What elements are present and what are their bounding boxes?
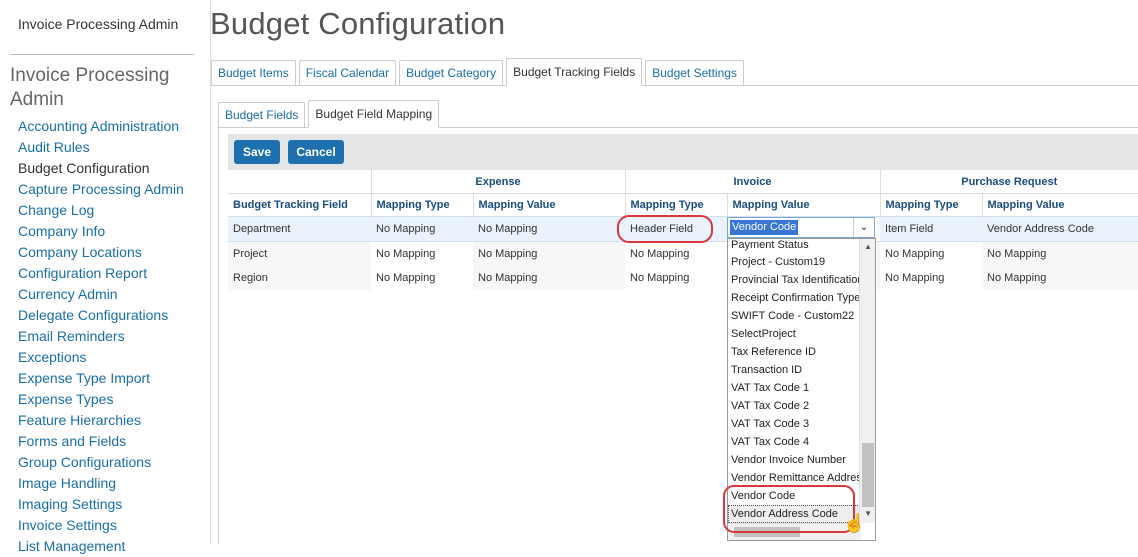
dropdown-option[interactable]: Tax Reference ID — [728, 343, 860, 361]
nav-item[interactable]: Group Configurations — [18, 452, 184, 473]
group-header-purchase-request: Purchase Request — [879, 170, 1138, 194]
mapping-value-select[interactable]: Vendor Code ⌄ — [727, 217, 875, 238]
nav-item[interactable]: Invoice Settings — [18, 515, 184, 536]
dropdown-option[interactable]: Provincial Tax Identification — [728, 271, 860, 289]
table-row[interactable]: Region No Mapping No Mapping No Mapping No M… — [228, 266, 1138, 290]
table-cell[interactable]: No Mapping — [982, 266, 1138, 290]
tab-budget-tracking-fields[interactable]: Budget Tracking Fields — [506, 58, 643, 86]
nav-item[interactable]: Accounting Administration — [18, 116, 184, 137]
dropdown-option[interactable]: Transaction ID — [728, 361, 860, 379]
app-title[interactable]: Invoice Processing Admin — [18, 16, 178, 32]
column-header: Mapping Value — [472, 193, 625, 217]
nav-item[interactable]: Email Reminders — [18, 326, 184, 347]
column-header: Budget Tracking Field — [233, 199, 348, 211]
table-cell: Region — [228, 266, 371, 290]
main-tabs: Budget Items Fiscal Calendar Budget Catego… — [210, 58, 1138, 86]
column-header: Mapping Value — [981, 193, 1138, 217]
scroll-up-icon[interactable]: ▲ — [864, 242, 872, 251]
nav-item[interactable]: Expense Types — [18, 389, 184, 410]
nav-item[interactable]: Image Handling — [18, 473, 184, 494]
dropdown-option[interactable]: Receipt Confirmation Type — [728, 289, 860, 307]
group-header-blank — [228, 170, 371, 194]
nav-item[interactable]: List Management — [18, 536, 184, 557]
nav-item[interactable]: Imaging Settings — [18, 494, 184, 515]
tab-budget-settings[interactable]: Budget Settings — [645, 60, 744, 85]
table-cell: Department — [228, 216, 371, 242]
subtab-budget-field-mapping[interactable]: Budget Field Mapping — [308, 100, 440, 128]
annotation-oval-header-field — [617, 215, 713, 243]
nav-item[interactable]: Audit Rules — [18, 137, 184, 158]
scrollbar-thumb[interactable] — [862, 443, 874, 507]
table-cell: Project — [228, 241, 371, 266]
table-cell[interactable]: No Mapping — [473, 216, 625, 242]
table-cell[interactable]: No Mapping — [625, 241, 727, 266]
tab-budget-category[interactable]: Budget Category — [399, 60, 504, 85]
dropdown-option[interactable]: Project - Custom19 — [728, 253, 860, 271]
toolbar — [228, 134, 1138, 170]
table-cell[interactable]: No Mapping — [982, 241, 1138, 266]
cancel-button[interactable]: Cancel — [288, 140, 344, 164]
table-cell[interactable]: Vendor Address Code — [982, 216, 1138, 242]
table-cell[interactable]: No Mapping — [880, 266, 982, 290]
nav-item[interactable]: Capture Processing Admin — [18, 179, 184, 200]
tab-budget-items[interactable]: Budget Items — [211, 60, 296, 85]
hand-cursor-icon: ☝ — [843, 513, 866, 533]
table-cell[interactable]: Item Field — [880, 216, 982, 242]
table-cell[interactable]: No Mapping — [371, 266, 473, 290]
nav-item[interactable]: Feature Hierarchies — [18, 410, 184, 431]
group-header-invoice: Invoice — [624, 170, 880, 194]
column-header: Mapping Type — [879, 193, 982, 217]
table-cell[interactable]: No Mapping — [473, 266, 625, 290]
sub-tabs: Budget Fields Budget Field Mapping — [218, 100, 1138, 128]
group-header-expense: Expense — [370, 170, 625, 194]
nav-item[interactable]: Budget Configuration — [18, 158, 184, 179]
annotation-oval-vendor-options — [723, 485, 855, 533]
nav-item[interactable]: Company Locations — [18, 242, 184, 263]
page-title: Budget Configuration — [210, 6, 506, 41]
table-row[interactable]: Project No Mapping No Mapping No Mapping No … — [228, 241, 1138, 266]
chevron-down-icon[interactable]: ⌄ — [853, 218, 874, 237]
dropdown-option[interactable]: SelectProject — [728, 325, 860, 343]
dropdown-option[interactable]: Payment Status — [728, 239, 860, 253]
nav-item[interactable]: Change Log — [18, 200, 184, 221]
nav-heading: Invoice Processing Admin — [10, 65, 170, 110]
left-nav: Invoice Processing Admin Invoice Process… — [0, 0, 211, 554]
table-cell[interactable]: No Mapping — [473, 241, 625, 266]
dropdown-option[interactable]: SWIFT Code - Custom22 — [728, 307, 860, 325]
nav-item[interactable]: Company Info — [18, 221, 184, 242]
save-button[interactable]: Save — [234, 140, 280, 164]
table-cell[interactable]: No Mapping — [371, 241, 473, 266]
column-header: Mapping Value — [726, 193, 880, 217]
dropdown-option[interactable]: VAT Tax Code 1 — [728, 379, 860, 397]
dropdown-option[interactable]: VAT Tax Code 3 — [728, 415, 860, 433]
dropdown-option[interactable]: Vendor Invoice Number — [728, 451, 860, 469]
dropdown-scrollbar[interactable]: ▲ ▼ — [859, 239, 875, 523]
nav-item[interactable]: Forms and Fields — [18, 431, 184, 452]
table-cell[interactable]: No Mapping — [625, 266, 727, 290]
table-cell[interactable]: No Mapping — [371, 216, 473, 242]
nav-item[interactable]: Delegate Configurations — [18, 305, 184, 326]
nav-divider — [10, 54, 194, 55]
column-header: Mapping Type — [370, 193, 473, 217]
nav-item[interactable]: Exceptions — [18, 347, 184, 368]
subtab-budget-fields[interactable]: Budget Fields — [218, 102, 306, 127]
dropdown-option[interactable]: VAT Tax Code 4 — [728, 433, 860, 451]
select-value: Vendor Code — [730, 220, 799, 235]
dropdown-list: Payment Status Project - Custom19 Provinci… — [728, 239, 860, 523]
nav-item[interactable]: Expense Type Import — [18, 368, 184, 389]
dropdown-option[interactable]: VAT Tax Code 2 — [728, 397, 860, 415]
column-header: Mapping Type — [624, 193, 727, 217]
nav-item[interactable]: Currency Admin — [18, 284, 184, 305]
nav-item[interactable]: Configuration Report — [18, 263, 184, 284]
table-cell[interactable]: No Mapping — [880, 241, 982, 266]
tab-fiscal-calendar[interactable]: Fiscal Calendar — [298, 60, 397, 85]
nav-list: Accounting Administration Audit Rules Budg… — [18, 116, 184, 557]
